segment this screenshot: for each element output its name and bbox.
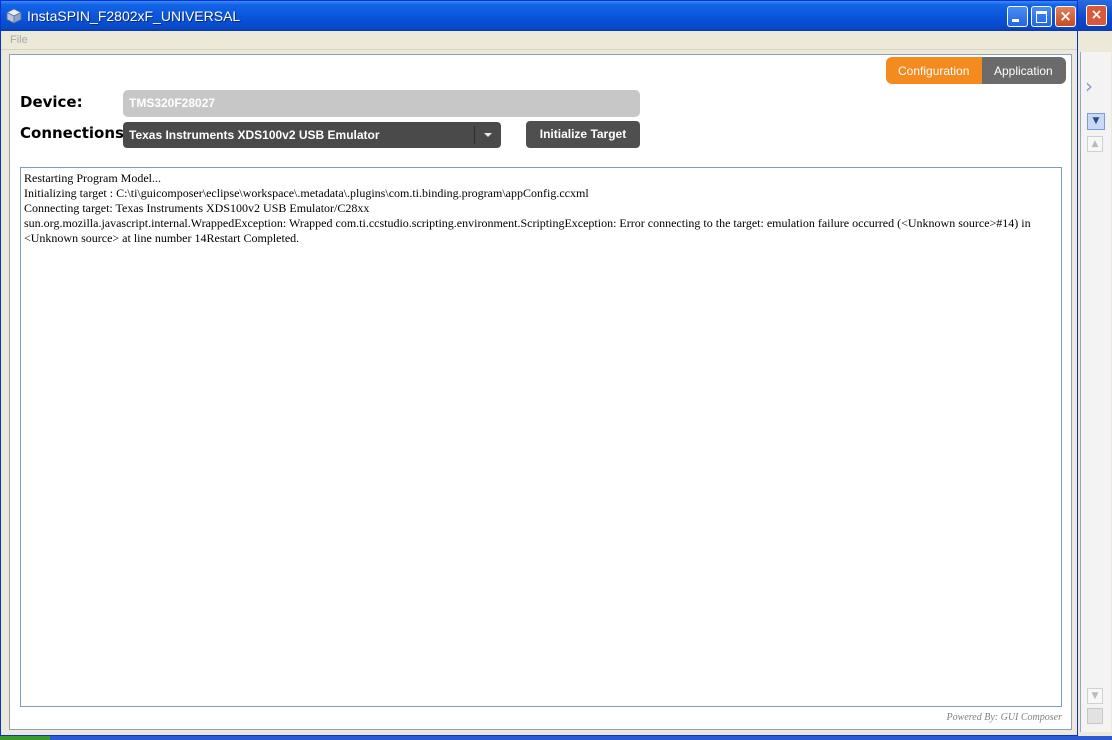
chevron-right-icon[interactable]: ›: [1085, 74, 1093, 98]
title-bar[interactable]: InstaSPIN_F2802xF_UNIVERSAL ×: [1, 1, 1077, 31]
main-window: InstaSPIN_F2802xF_UNIVERSAL × File Confi…: [0, 0, 1078, 736]
device-label: Device:: [20, 93, 83, 111]
background-panel: › ▼ ▲ ▼: [1080, 52, 1111, 732]
minimize-button[interactable]: [1007, 6, 1028, 27]
log-line: Restarting Program Model...: [24, 171, 161, 185]
taskbar-start-edge: [0, 736, 50, 740]
taskbar-edge: [50, 736, 1112, 740]
close-icon[interactable]: ×: [1086, 5, 1107, 26]
log-line: sun.org.mozilla.javascript.internal.Wrap…: [24, 216, 1031, 245]
content-panel: Configuration Application Device: TMS320…: [9, 54, 1072, 730]
log-output[interactable]: Restarting Program Model... Initializing…: [20, 167, 1062, 707]
window-title: InstaSPIN_F2802xF_UNIVERSAL: [27, 8, 241, 24]
resize-grip-icon[interactable]: [1087, 708, 1103, 724]
background-window: × › ▼ ▲ ▼: [1076, 0, 1112, 740]
background-titlebar: ×: [1076, 0, 1112, 31]
chevron-down-icon: [484, 133, 492, 137]
cube-icon: [6, 8, 22, 24]
menu-file[interactable]: File: [10, 33, 28, 47]
close-button[interactable]: ×: [1055, 6, 1076, 27]
connections-label: Connections:: [20, 124, 130, 142]
view-switcher: Configuration Application: [886, 57, 1066, 84]
tab-configuration[interactable]: Configuration: [886, 57, 982, 84]
device-field[interactable]: TMS320F28027: [123, 90, 640, 117]
menu-bar: File: [1, 31, 1077, 50]
initialize-target-button[interactable]: Initialize Target: [526, 121, 640, 148]
connection-select[interactable]: Texas Instruments XDS100v2 USB Emulator: [123, 122, 501, 148]
powered-by-label: Powered By: GUI Composer: [946, 712, 1062, 723]
scroll-up-icon[interactable]: ▲: [1087, 136, 1103, 152]
chevron-down-icon[interactable]: ▼: [1087, 113, 1105, 130]
tab-application[interactable]: Application: [982, 57, 1066, 84]
connection-select-value: Texas Instruments XDS100v2 USB Emulator: [129, 128, 380, 142]
select-divider: [474, 126, 475, 144]
close-icon: ×: [1059, 7, 1072, 25]
scroll-down-icon[interactable]: ▼: [1087, 688, 1103, 704]
log-line: Connecting target: Texas Instruments XDS…: [24, 201, 370, 215]
maximize-button[interactable]: [1031, 6, 1052, 27]
log-line: Initializing target : C:\ti\guicomposer\…: [24, 186, 589, 200]
